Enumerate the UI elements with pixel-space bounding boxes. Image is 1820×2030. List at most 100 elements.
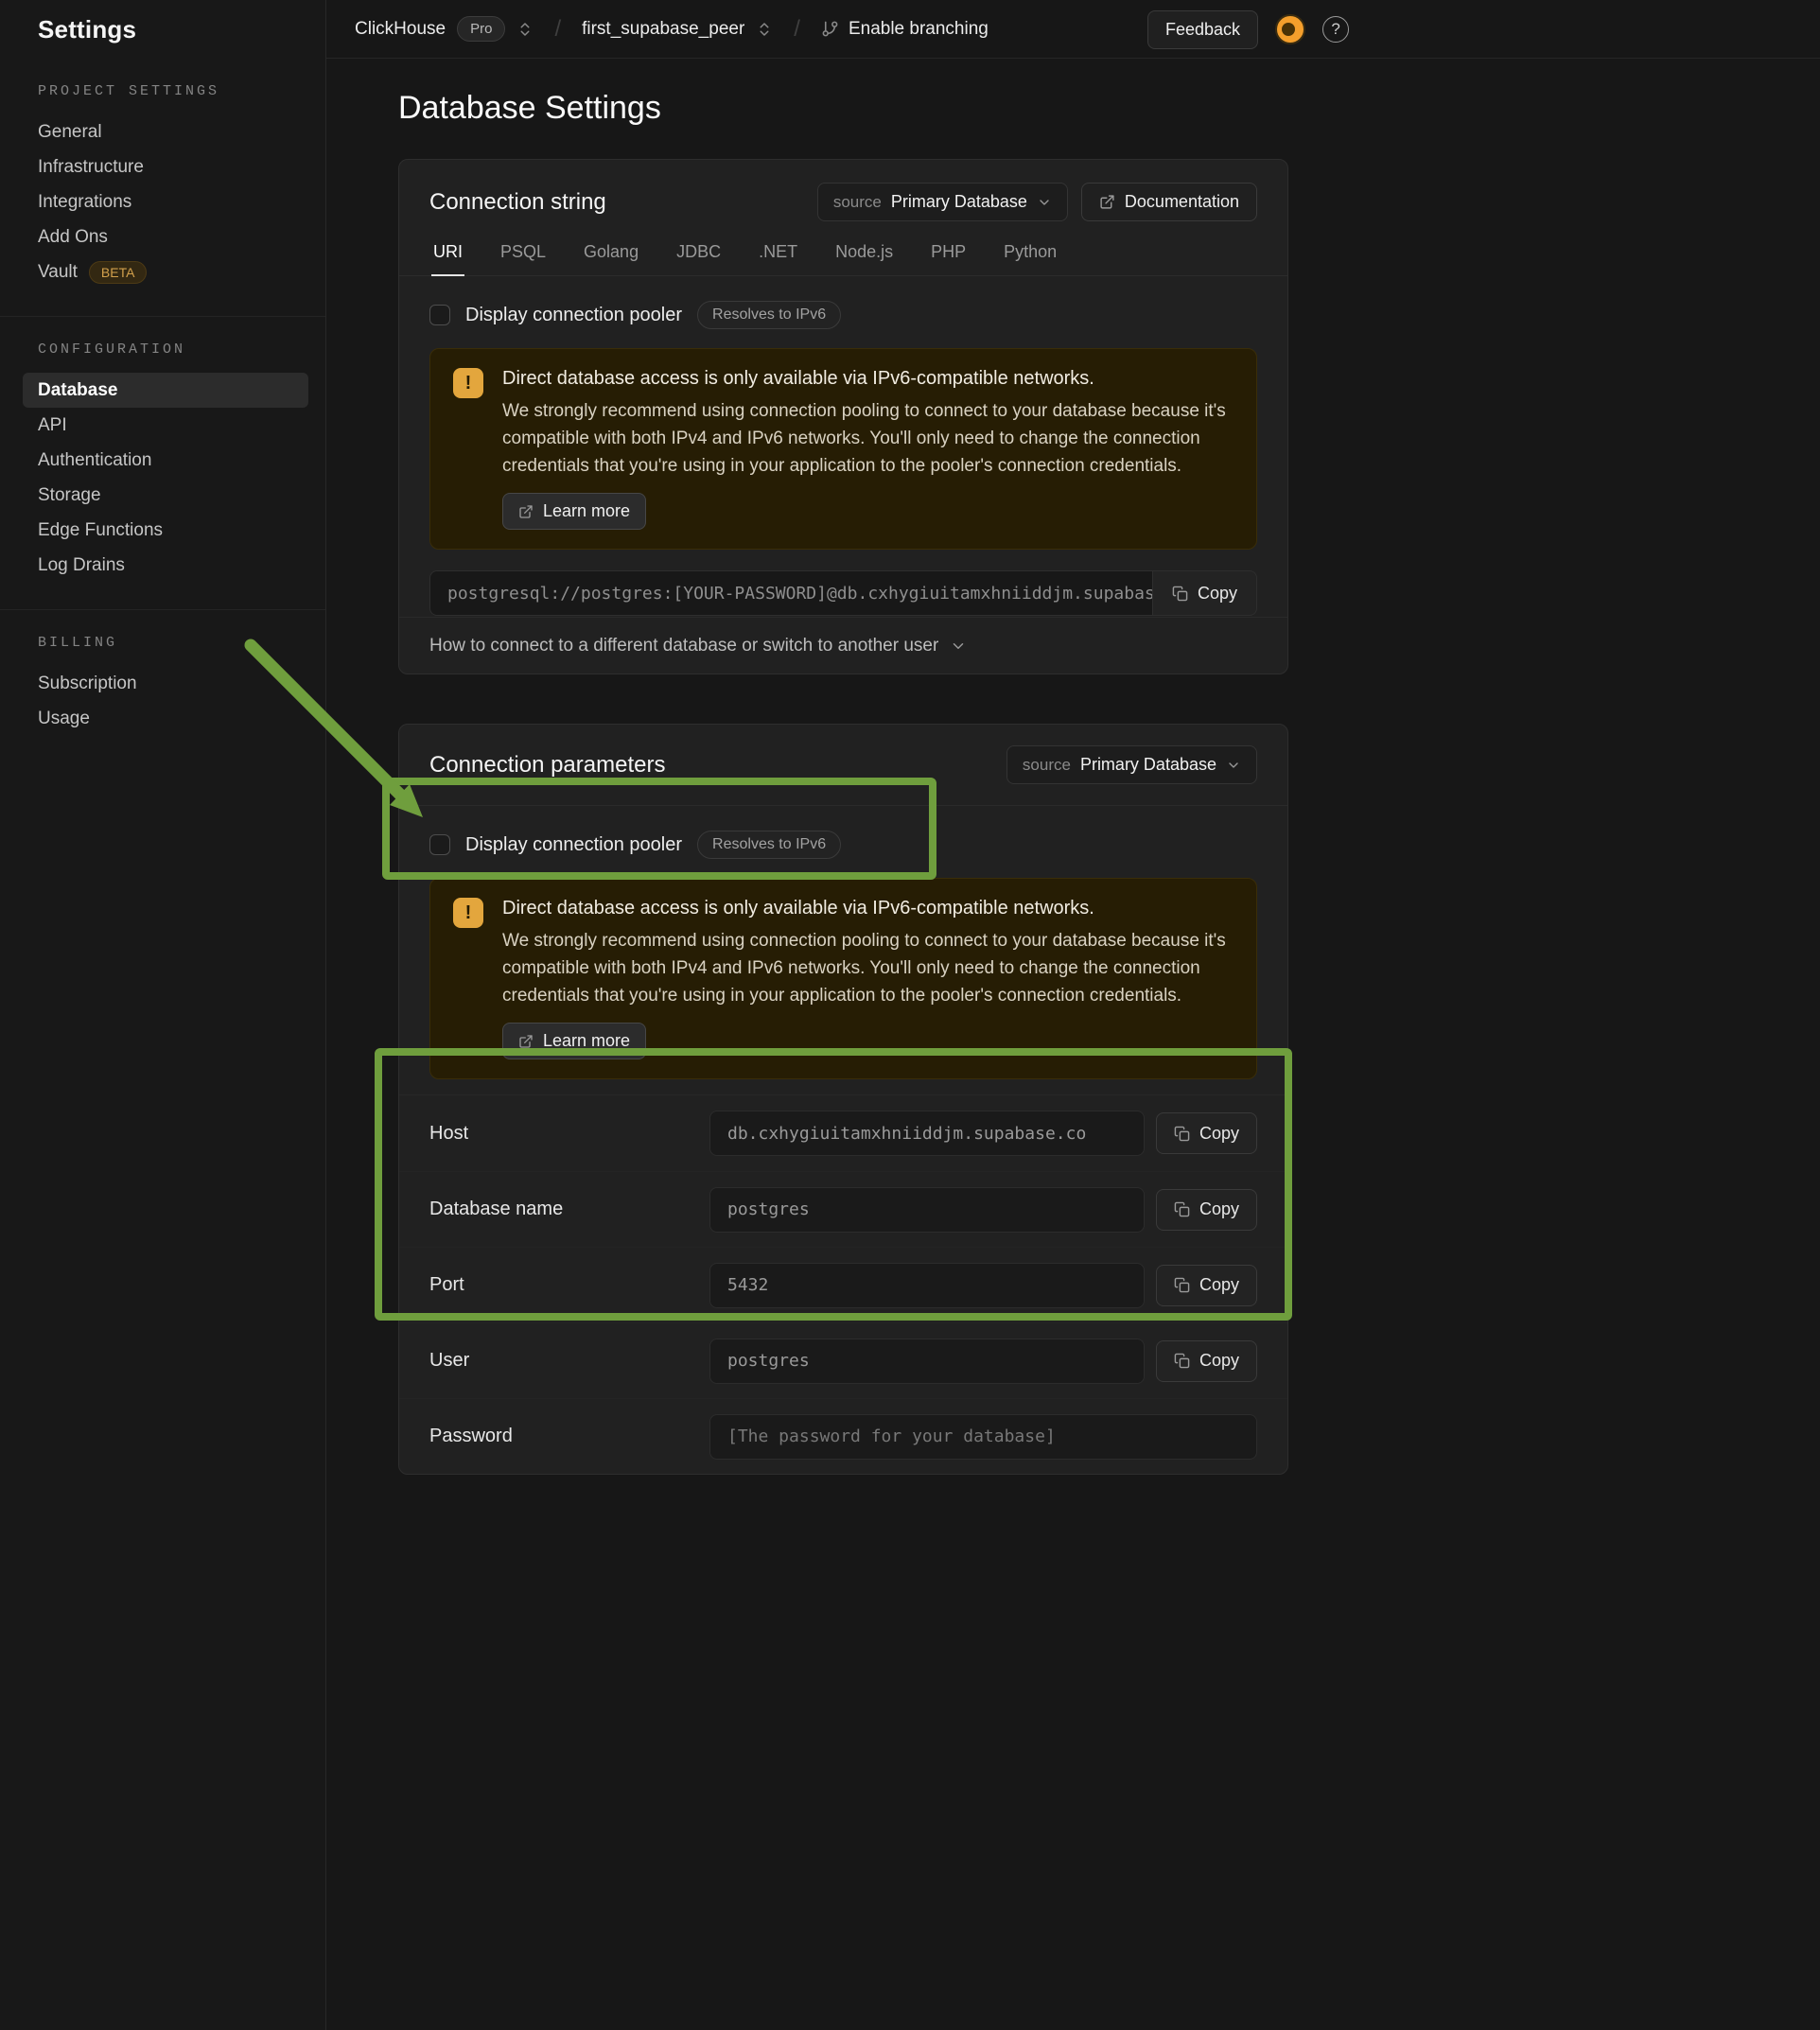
tab-uri[interactable]: URI — [431, 231, 464, 276]
copy-icon — [1174, 1277, 1190, 1293]
copy-icon — [1174, 1201, 1190, 1217]
sidebar-item-label: Authentication — [38, 450, 151, 471]
feedback-button[interactable]: Feedback — [1147, 10, 1258, 49]
connection-string-title: Connection string — [429, 189, 606, 216]
sidebar-item-database[interactable]: Database — [23, 373, 308, 408]
source-label: source — [833, 193, 882, 212]
sidebar-item-storage[interactable]: Storage — [23, 478, 308, 513]
page-title: Database Settings — [398, 89, 1820, 127]
tab-nodejs[interactable]: Node.js — [833, 231, 895, 275]
sidebar-section-configuration: CONFIGURATION Database API Authenticatio… — [0, 316, 325, 609]
tab-python[interactable]: Python — [1002, 231, 1059, 275]
warning-icon: ! — [453, 898, 483, 928]
tab-php[interactable]: PHP — [929, 231, 968, 275]
sidebar-item-infrastructure[interactable]: Infrastructure — [23, 149, 308, 184]
sidebar-item-label: Vault — [38, 262, 78, 283]
database-name-value[interactable]: postgres — [709, 1187, 1145, 1233]
notice-body: We strongly recommend using connection p… — [502, 397, 1234, 480]
user-value[interactable]: postgres — [709, 1339, 1145, 1384]
copy-label: Copy — [1199, 1275, 1239, 1295]
source-value: Primary Database — [1080, 755, 1216, 775]
pooler-label: Display connection pooler — [465, 305, 682, 326]
help-icon[interactable]: ? — [1322, 16, 1349, 43]
notice-title: Direct database access is only available… — [502, 368, 1234, 390]
external-link-icon — [1099, 194, 1115, 210]
plan-badge: Pro — [457, 16, 505, 42]
host-value[interactable]: db.cxhygiuitamxhniiddjm.supabase.co — [709, 1111, 1145, 1156]
source-label: source — [1023, 756, 1071, 775]
copy-port-button[interactable]: Copy — [1156, 1265, 1257, 1306]
sidebar-item-label: Subscription — [38, 674, 137, 694]
tab-dotnet[interactable]: .NET — [757, 231, 799, 275]
connection-parameter-fields: Host db.cxhygiuitamxhniiddjm.supabase.co… — [399, 1094, 1287, 1474]
sidebar-item-label: Storage — [38, 485, 101, 506]
sidebar-item-general[interactable]: General — [23, 114, 308, 149]
sidebar-item-label: Usage — [38, 709, 90, 729]
pooler-label: Display connection pooler — [465, 834, 682, 856]
source-select[interactable]: source Primary Database — [1006, 745, 1257, 784]
copy-uri-button[interactable]: Copy — [1152, 570, 1257, 616]
breadcrumb-separator: / — [794, 16, 800, 43]
sidebar: Settings PROJECT SETTINGS General Infras… — [0, 0, 326, 2030]
copy-label: Copy — [1199, 1351, 1239, 1371]
sidebar-header: Settings — [0, 0, 325, 59]
learn-more-label: Learn more — [543, 1031, 630, 1051]
copy-user-button[interactable]: Copy — [1156, 1340, 1257, 1382]
external-link-icon — [518, 504, 534, 519]
sidebar-item-label: API — [38, 415, 67, 436]
connect-help-toggle[interactable]: How to connect to a different database o… — [399, 617, 1287, 674]
learn-more-button[interactable]: Learn more — [502, 493, 646, 530]
uri-row: postgresql://postgres:[YOUR-PASSWORD]@db… — [429, 570, 1257, 616]
sidebar-item-label: Infrastructure — [38, 157, 144, 178]
display-connection-pooler-checkbox[interactable] — [429, 834, 450, 855]
tab-jdbc[interactable]: JDBC — [674, 231, 723, 275]
org-switcher-icon[interactable] — [516, 21, 534, 38]
sidebar-section-project-settings: PROJECT SETTINGS General Infrastructure … — [0, 59, 325, 316]
sidebar-item-authentication[interactable]: Authentication — [23, 443, 308, 478]
tab-golang[interactable]: Golang — [582, 231, 640, 275]
host-row: Host db.cxhygiuitamxhniiddjm.supabase.co… — [399, 1095, 1287, 1171]
copy-host-button[interactable]: Copy — [1156, 1112, 1257, 1154]
project-name[interactable]: first_supabase_peer — [582, 19, 744, 40]
warning-icon: ! — [453, 368, 483, 398]
sidebar-item-edge-functions[interactable]: Edge Functions — [23, 513, 308, 548]
password-input[interactable]: [The password for your database] — [709, 1414, 1257, 1460]
sidebar-item-log-drains[interactable]: Log Drains — [23, 548, 308, 583]
learn-more-button[interactable]: Learn more — [502, 1023, 646, 1059]
sidebar-item-add-ons[interactable]: Add Ons — [23, 219, 308, 254]
sidebar-item-api[interactable]: API — [23, 408, 308, 443]
enable-branching-label: Enable branching — [849, 19, 989, 40]
ipv6-notice: ! Direct database access is only availab… — [429, 878, 1257, 1079]
connection-string-value[interactable]: postgresql://postgres:[YOUR-PASSWORD]@db… — [429, 570, 1152, 616]
display-connection-pooler-checkbox[interactable] — [429, 305, 450, 325]
project-switcher-icon[interactable] — [756, 21, 773, 38]
port-row: Port 5432 Copy — [399, 1247, 1287, 1322]
host-label: Host — [429, 1123, 709, 1145]
notice-content: Direct database access is only available… — [502, 368, 1234, 530]
source-select[interactable]: source Primary Database — [817, 183, 1068, 221]
source-value: Primary Database — [891, 192, 1027, 212]
connection-string-card: Connection string source Primary Databas… — [398, 159, 1288, 674]
sidebar-item-usage[interactable]: Usage — [23, 701, 308, 736]
user-avatar[interactable] — [1275, 14, 1305, 44]
connection-parameters-title: Connection parameters — [429, 752, 665, 779]
documentation-button[interactable]: Documentation — [1081, 183, 1257, 221]
page-content: Database Settings Connection string sour… — [326, 59, 1820, 1626]
sidebar-item-vault[interactable]: Vault BETA — [23, 254, 308, 289]
sidebar-item-label: Integrations — [38, 192, 131, 213]
topbar-right: Feedback ? — [1147, 0, 1349, 59]
main-area: ClickHouse Pro / first_supabase_peer / E… — [326, 0, 1820, 2030]
ipv6-notice: ! Direct database access is only availab… — [429, 348, 1257, 550]
copy-database-name-button[interactable]: Copy — [1156, 1189, 1257, 1231]
port-label: Port — [429, 1274, 709, 1296]
port-value[interactable]: 5432 — [709, 1263, 1145, 1308]
tab-psql[interactable]: PSQL — [499, 231, 548, 275]
sidebar-item-subscription[interactable]: Subscription — [23, 666, 308, 701]
user-row: User postgres Copy — [399, 1322, 1287, 1398]
sidebar-item-integrations[interactable]: Integrations — [23, 184, 308, 219]
connection-parameters-card: Connection parameters source Primary Dat… — [398, 724, 1288, 1475]
enable-branching-button[interactable]: Enable branching — [821, 19, 989, 40]
git-branch-icon — [821, 20, 839, 38]
org-name[interactable]: ClickHouse — [355, 19, 446, 40]
copy-label: Copy — [1199, 1124, 1239, 1144]
